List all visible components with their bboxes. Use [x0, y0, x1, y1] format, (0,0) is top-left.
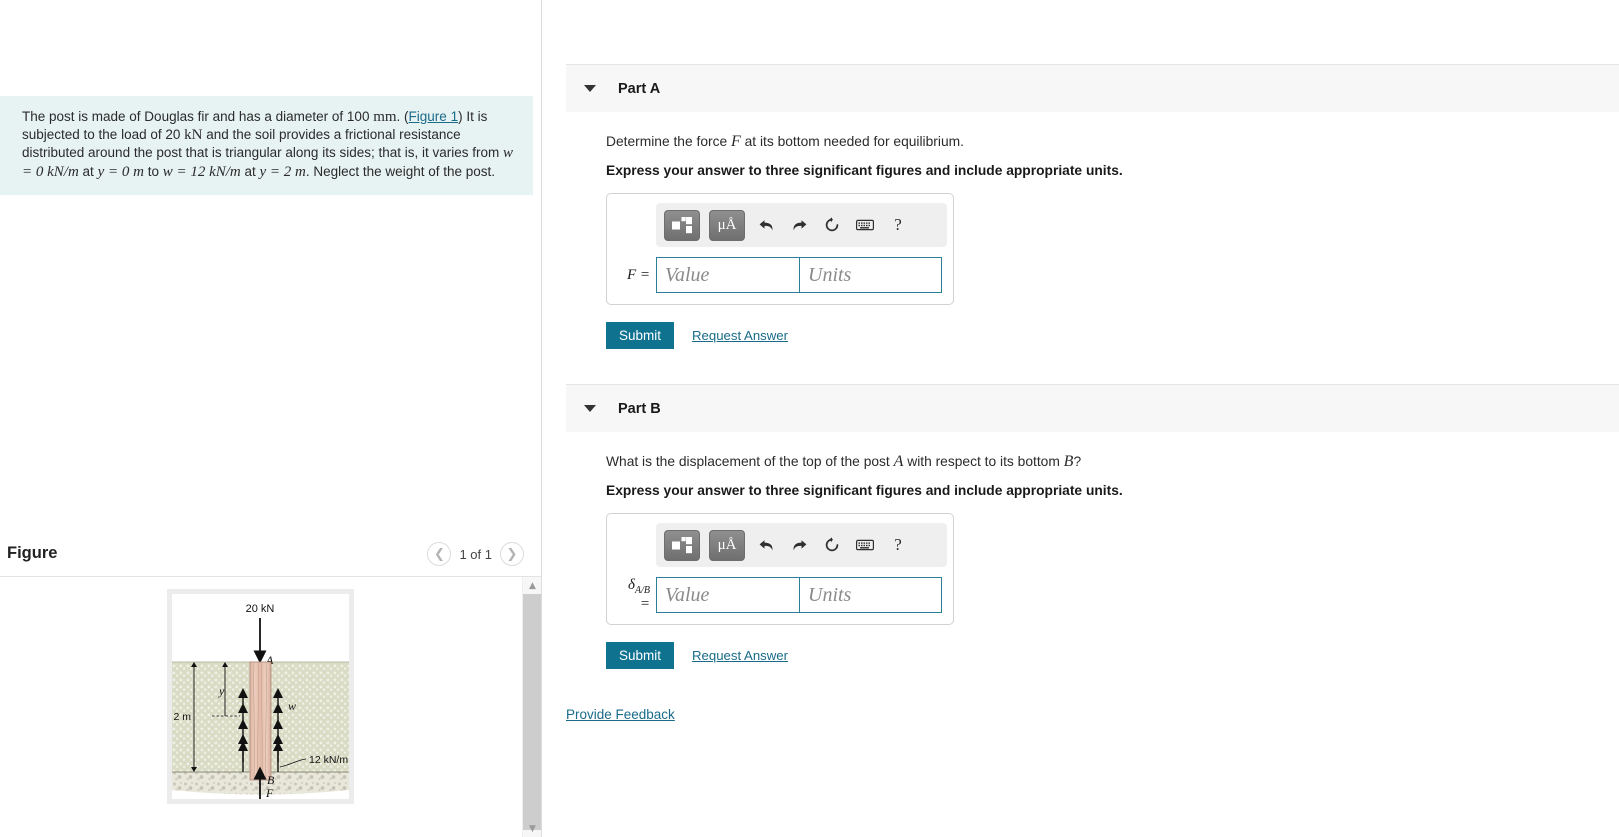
part-b-units-input[interactable] — [799, 577, 942, 613]
part-a-section: Part A Determine the force F at its bott… — [542, 64, 1619, 349]
equation-y0: y = 0 m — [97, 163, 144, 180]
part-a-label: Part A — [618, 80, 661, 97]
help-icon-text: ? — [894, 215, 902, 234]
equation-w12: w = 12 kN/m — [162, 163, 241, 180]
question-text-pre: Determine the force — [606, 134, 731, 149]
part-b-request-answer-link[interactable]: Request Answer — [692, 648, 788, 663]
problem-to: to — [143, 163, 163, 179]
scroll-up-arrow-icon[interactable]: ▲ — [523, 577, 542, 594]
keyboard-icon[interactable] — [853, 212, 877, 238]
figure-next-button[interactable]: ❯ — [500, 542, 524, 566]
help-icon[interactable]: ? — [886, 212, 910, 238]
part-a-field-label: F = — [626, 266, 650, 283]
problem-at-2: at — [240, 163, 260, 179]
part-a-math-toolbar: μÅ ? — [656, 203, 947, 247]
figure-title: Figure — [7, 544, 58, 562]
post-in-soil-diagram: 20 kN A 2 m y w 12 kN/m B F — [172, 594, 349, 799]
part-b-actions: Submit Request Answer — [606, 642, 1619, 669]
reaction-f-label: F — [265, 786, 274, 799]
problem-at-1: at — [78, 163, 98, 179]
unit-mm: mm — [373, 109, 397, 125]
caret-down-icon[interactable] — [584, 85, 596, 92]
figure-navigation: ❮ 1 of 1 ❯ — [427, 542, 524, 566]
redo-icon[interactable] — [787, 532, 811, 558]
scroll-down-arrow-icon[interactable]: ▼ — [523, 820, 542, 837]
problem-text-2: . ( — [396, 109, 409, 124]
part-b-body: What is the displacement of the top of t… — [566, 432, 1619, 669]
equals-sign: = — [639, 596, 650, 612]
math-template-icon[interactable] — [664, 209, 700, 241]
figure-1-link[interactable]: Figure 1 — [409, 109, 459, 124]
part-a-submit-button[interactable]: Submit — [606, 322, 674, 349]
help-icon-text: ? — [894, 535, 902, 554]
redo-icon[interactable] — [787, 212, 811, 238]
part-b-header[interactable]: Part B — [566, 384, 1619, 432]
question-text-post: ? — [1073, 454, 1082, 469]
part-a-answer-box: μÅ ? F = Value Units — [606, 193, 954, 305]
problem-text-1: The post is made of Douglas fir and has … — [22, 109, 374, 124]
part-b-question: What is the displacement of the top of t… — [606, 432, 1619, 471]
symbol-a: A — [893, 453, 904, 470]
math-template-icon[interactable] — [664, 529, 700, 561]
w-label: w — [288, 699, 296, 713]
part-a-actions: Submit Request Answer — [606, 322, 1619, 349]
undo-icon[interactable] — [754, 212, 778, 238]
problem-statement: The post is made of Douglas fir and has … — [0, 96, 533, 195]
part-a-value-input[interactable] — [656, 257, 799, 293]
delta-subscript: A/B — [635, 585, 650, 596]
figure-prev-button[interactable]: ❮ — [427, 542, 452, 566]
question-text-mid: with respect to its bottom — [903, 454, 1064, 469]
micro-angstrom-units-icon[interactable]: μÅ — [709, 209, 745, 241]
symbol-f: F — [731, 133, 741, 150]
y-label: y — [218, 684, 225, 698]
depth-label: 2 m — [173, 711, 191, 723]
part-b-field-row: δA/B = — [617, 577, 943, 613]
point-b-label: B — [267, 773, 275, 787]
problem-text-tail: . Neglect the weight of the post. — [305, 163, 496, 179]
unit-kn: kN — [184, 127, 203, 144]
reset-icon[interactable] — [820, 532, 844, 558]
left-pane: The post is made of Douglas fir and has … — [0, 0, 542, 837]
micro-angstrom-units-icon[interactable]: μÅ — [709, 529, 745, 561]
part-a-request-answer-link[interactable]: Request Answer — [692, 328, 788, 343]
units-icon-text: μÅ — [717, 536, 737, 553]
help-icon[interactable]: ? — [886, 532, 910, 558]
caret-down-icon[interactable] — [584, 405, 596, 412]
figure-counter: 1 of 1 — [459, 546, 492, 562]
question-text-pre: What is the displacement of the top of t… — [606, 454, 894, 469]
part-b-label: Part B — [618, 400, 661, 417]
keyboard-icon[interactable] — [853, 532, 877, 558]
reset-icon[interactable] — [820, 212, 844, 238]
page-root: The post is made of Douglas fir and has … — [0, 0, 1619, 837]
part-a-header[interactable]: Part A — [566, 64, 1619, 112]
part-b-math-toolbar: μÅ ? — [656, 523, 947, 567]
part-b-submit-button[interactable]: Submit — [606, 642, 674, 669]
undo-icon[interactable] — [754, 532, 778, 558]
part-a-body: Determine the force F at its bottom need… — [566, 112, 1619, 349]
part-b-value-input[interactable] — [656, 577, 799, 613]
scrollbar-thumb[interactable] — [523, 594, 542, 830]
figure-image-frame: 20 kN A 2 m y w 12 kN/m B F — [167, 589, 354, 804]
load-label: 20 kN — [246, 603, 275, 615]
figure-panel-header: Figure ❮ 1 of 1 ❯ — [0, 536, 541, 576]
part-a-units-input[interactable] — [799, 257, 942, 293]
right-pane: Part A Determine the force F at its bott… — [542, 0, 1619, 837]
delta-symbol: δ — [628, 577, 635, 593]
units-icon-text: μÅ — [717, 216, 737, 233]
part-a-instruction: Express your answer to three significant… — [606, 163, 1123, 178]
part-b-instruction: Express your answer to three significant… — [606, 483, 1123, 498]
figure-scrollbar[interactable]: ▲ ▼ — [522, 577, 542, 837]
question-text-post: at its bottom needed for equilibrium. — [740, 134, 964, 149]
part-b-field-label: δA/B = — [617, 577, 656, 613]
figure-body: 20 kN A 2 m y w 12 kN/m B F ▲ ▼ — [0, 577, 542, 837]
provide-feedback-link[interactable]: Provide Feedback — [566, 707, 675, 722]
part-b-section: Part B What is the displacement of the t… — [542, 384, 1619, 669]
symbol-b: B — [1063, 453, 1074, 470]
equation-y2: y = 2 m — [259, 163, 306, 180]
w-max-label: 12 kN/m — [309, 754, 348, 766]
part-b-answer-box: μÅ ? δA/B = Value Units — [606, 513, 954, 625]
part-a-question: Determine the force F at its bottom need… — [606, 112, 1619, 151]
part-a-field-row: F = — [617, 257, 943, 293]
